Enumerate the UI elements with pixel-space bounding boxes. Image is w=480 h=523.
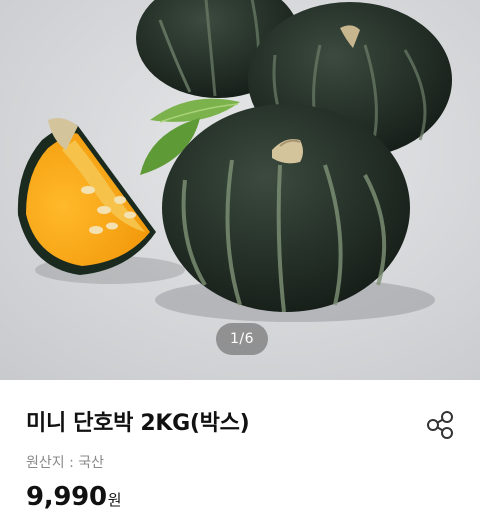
product-info: 미니 단호박 2KG(박스) 원산지 : 국산 9,990원 <box>0 380 480 523</box>
product-title: 미니 단호박 2KG(박스) <box>26 411 250 436</box>
price-unit: 원 <box>107 491 122 509</box>
share-button[interactable] <box>422 407 458 443</box>
product-origin: 원산지 : 국산 <box>26 455 105 471</box>
pumpkin-front <box>162 104 410 313</box>
image-page-indicator: 1/6 <box>216 323 268 355</box>
product-price: 9,990원 <box>26 482 122 512</box>
product-image-gallery[interactable]: 1/6 <box>0 0 480 380</box>
price-value: 9,990 <box>26 482 107 512</box>
product-detail-page: 1/6 미니 단호박 2KG(박스) 원산지 : 국산 9,990원 <box>0 0 480 523</box>
share-icon <box>427 411 453 439</box>
